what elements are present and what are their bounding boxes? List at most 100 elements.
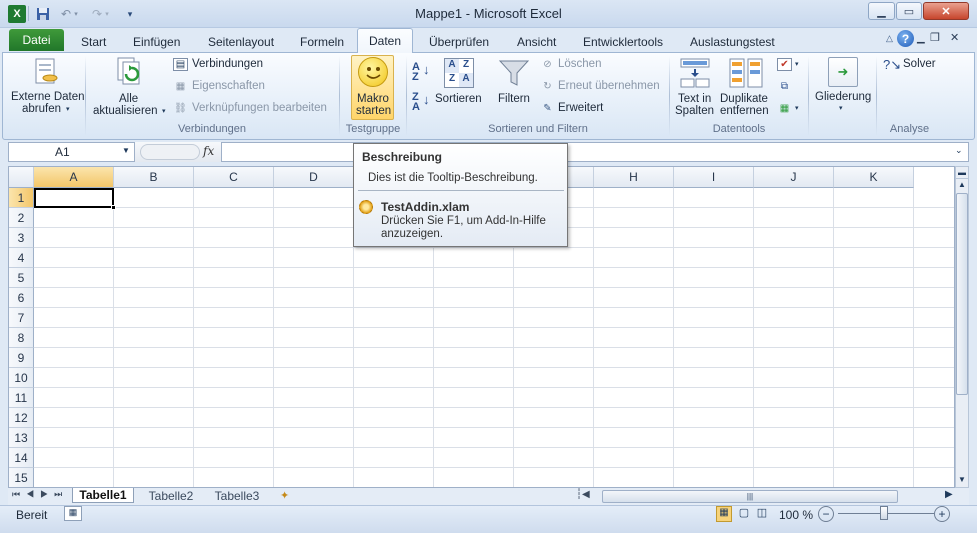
insert-sheet-icon[interactable]: ✦ — [280, 489, 289, 502]
consolidate-icon[interactable]: ⧉ — [777, 80, 792, 93]
row-header-5[interactable]: 5 — [9, 268, 34, 288]
name-box-dropdown-icon[interactable]: ▼ — [122, 146, 130, 155]
refresh-all-icon[interactable] — [114, 56, 146, 90]
tab-ansicht[interactable]: Ansicht — [511, 31, 562, 52]
column-header-j[interactable]: J — [754, 167, 834, 188]
externe-daten-label[interactable]: Externe Daten — [11, 91, 85, 103]
column-header-a[interactable]: A — [34, 167, 114, 188]
tab-formeln[interactable]: Formeln — [294, 31, 350, 52]
text-in-spalten-label[interactable]: Text in — [678, 93, 711, 105]
tab-start[interactable]: Start — [75, 31, 112, 52]
sort-az-arrow-icon[interactable]: ↓ — [423, 62, 430, 77]
workbook-minimize-icon[interactable]: ▁ — [917, 33, 925, 44]
minimize-ribbon-icon[interactable]: △ — [886, 33, 893, 44]
expand-formula-icon[interactable]: ⌄ — [955, 145, 963, 156]
split-box[interactable]: ▬ — [956, 167, 968, 179]
solver-icon[interactable]: ?↘ — [883, 57, 901, 73]
zoom-slider-thumb[interactable] — [880, 506, 888, 520]
page-break-view-icon[interactable]: ◫ — [754, 506, 770, 522]
chevron-down-icon[interactable]: ▾ — [795, 104, 799, 112]
page-layout-view-icon[interactable]: ▢ — [736, 506, 752, 522]
what-if-icon[interactable]: ▦ — [777, 102, 792, 115]
tab-auslastungstest[interactable]: Auslastungstest — [684, 31, 781, 52]
sortieren-button[interactable]: Sortieren — [435, 93, 482, 105]
chevron-down-icon[interactable]: ▾ — [162, 107, 166, 115]
alle-aktualisieren-label[interactable]: Alle — [119, 93, 138, 105]
row-header-13[interactable]: 13 — [9, 428, 34, 448]
row-header-15[interactable]: 15 — [9, 468, 34, 487]
column-header-b[interactable]: B — [114, 167, 194, 188]
maximize-button[interactable]: ▭ — [896, 2, 922, 20]
tab-seitenlayout[interactable]: Seitenlayout — [202, 31, 280, 52]
erweitert-button[interactable]: Erweitert — [558, 102, 603, 114]
tab-daten[interactable]: Daten — [357, 28, 413, 53]
verbindungen-button[interactable]: Verbindungen — [192, 58, 263, 70]
chevron-down-icon[interactable]: ▾ — [795, 60, 799, 68]
column-header-k[interactable]: K — [834, 167, 914, 188]
sheet-nav-icons[interactable]: ⏮◀▶⏭ — [12, 489, 68, 500]
insert-function-icon[interactable]: fx — [203, 144, 214, 158]
tab-entwicklertools[interactable]: Entwicklertools — [577, 31, 669, 52]
connections-icon[interactable]: ▤ — [173, 58, 188, 71]
sort-dialog-icon[interactable]: AZZA — [444, 58, 474, 88]
row-header-2[interactable]: 2 — [9, 208, 34, 228]
row-header-1[interactable]: 1 — [9, 188, 34, 208]
select-all[interactable] — [9, 167, 34, 188]
column-header-i[interactable]: I — [674, 167, 754, 188]
tab-ueberpruefen[interactable]: Überprüfen — [423, 31, 495, 52]
scroll-right-icon[interactable]: ▶ — [945, 489, 953, 500]
zoom-out-icon[interactable]: − — [818, 506, 834, 522]
zoom-in-icon[interactable]: + — [934, 506, 950, 522]
sheet-tab-2[interactable]: Tabelle2 — [140, 488, 202, 503]
macro-record-icon[interactable]: ▦ — [64, 506, 82, 521]
expand-handle[interactable] — [140, 144, 200, 160]
chevron-down-icon[interactable]: ▾ — [839, 104, 843, 112]
duplikate-label2[interactable]: entfernen — [720, 105, 769, 117]
alle-aktualisieren-label2[interactable]: aktualisieren — [93, 105, 158, 117]
hscroll-split-icon[interactable]: ┆◀ — [576, 489, 590, 500]
active-cell-a1[interactable] — [34, 188, 114, 208]
row-header-11[interactable]: 11 — [9, 388, 34, 408]
sort-za-arrow-icon[interactable]: ↓ — [423, 92, 430, 107]
column-header-c[interactable]: C — [194, 167, 274, 188]
workbook-restore-icon[interactable]: ❐ — [930, 31, 940, 44]
tab-datei[interactable]: Datei — [9, 29, 64, 51]
advanced-filter-icon[interactable]: ✎ — [540, 102, 555, 115]
text-to-columns-icon[interactable] — [679, 57, 711, 89]
duplikate-label[interactable]: Duplikate — [720, 93, 768, 105]
row-header-9[interactable]: 9 — [9, 348, 34, 368]
external-data-icon[interactable] — [30, 56, 62, 88]
solver-button[interactable]: Solver — [903, 58, 936, 70]
row-header-14[interactable]: 14 — [9, 448, 34, 468]
tab-einfuegen[interactable]: Einfügen — [127, 31, 186, 52]
scroll-up-icon[interactable]: ▲ — [956, 180, 968, 189]
sort-az-icon[interactable]: AZ — [412, 62, 420, 83]
chevron-down-icon[interactable]: ▾ — [66, 105, 70, 113]
sheet-tab-1[interactable]: Tabelle1 — [72, 488, 134, 503]
name-box[interactable] — [9, 143, 134, 161]
externe-daten-label2[interactable]: abrufen — [22, 103, 61, 115]
row-header-7[interactable]: 7 — [9, 308, 34, 328]
scroll-down-icon[interactable]: ▼ — [956, 475, 968, 484]
sort-za-icon[interactable]: ZA — [412, 92, 420, 113]
column-header-h[interactable]: H — [594, 167, 674, 188]
sheet-tab-3[interactable]: Tabelle3 — [208, 488, 266, 503]
close-button[interactable]: ✕ — [923, 2, 969, 20]
normal-view-icon[interactable]: ▦ — [716, 506, 732, 522]
zoom-level[interactable]: 100 % — [779, 508, 813, 522]
remove-duplicates-icon[interactable] — [728, 57, 764, 89]
hscroll-thumb[interactable]: ||| — [602, 490, 898, 503]
help-icon[interactable]: ? — [897, 30, 914, 47]
text-in-spalten-label2[interactable]: Spalten — [675, 105, 714, 117]
filter-icon[interactable] — [498, 58, 530, 88]
minimize-button[interactable]: ▁ — [868, 2, 895, 20]
row-header-4[interactable]: 4 — [9, 248, 34, 268]
row-header-10[interactable]: 10 — [9, 368, 34, 388]
fill-handle[interactable] — [111, 205, 116, 210]
workbook-close-icon[interactable]: ✕ — [950, 31, 959, 44]
row-header-8[interactable]: 8 — [9, 328, 34, 348]
formula-input[interactable] — [223, 143, 953, 161]
row-header-6[interactable]: 6 — [9, 288, 34, 308]
outline-icon[interactable]: ➜ — [828, 57, 858, 87]
gliederung-button[interactable]: Gliederung — [815, 91, 871, 103]
